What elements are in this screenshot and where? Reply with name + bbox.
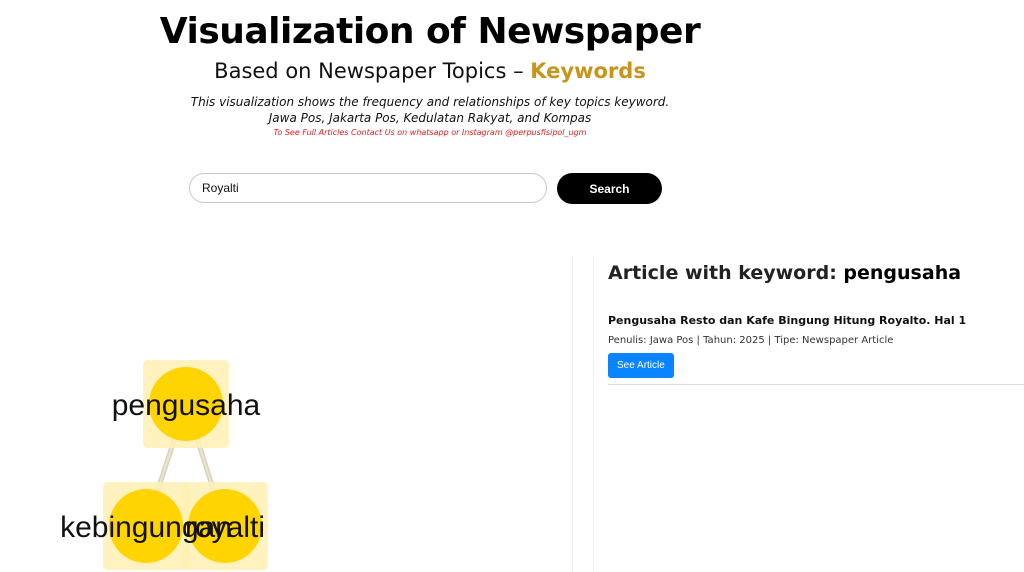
search-button[interactable]: Search — [557, 173, 662, 204]
article-item: Pengusaha Resto dan Kafe Bingung Hitung … — [608, 314, 1024, 385]
article-title: Pengusaha Resto dan Kafe Bingung Hitung … — [608, 314, 967, 327]
panel-divider-right — [593, 256, 594, 572]
article-meta: Penulis: Jawa Pos | Tahun: 2025 | Tipe: … — [608, 335, 894, 346]
graph-node-label-royalti: royalti — [185, 511, 265, 544]
article-divider — [608, 384, 1024, 385]
keyword-graph-canvas[interactable]: pengusahakebingunganroyalti — [0, 250, 570, 572]
article-heading: Article with keyword: pengusaha — [608, 262, 1024, 284]
article-heading-prefix: Article with keyword: — [608, 262, 844, 284]
article-heading-keyword: pengusaha — [843, 262, 962, 284]
search-input[interactable] — [189, 173, 547, 203]
graph-node-label-pengusaha: pengusaha — [112, 389, 261, 422]
page-subtitle: Based on Newspaper Topics – Keywords — [130, 59, 730, 83]
page: Visualization of Newspaper Based on News… — [0, 0, 1024, 572]
contact-note: To See Full Articles Contact Us on whats… — [273, 128, 587, 137]
keyword-graph[interactable]: pengusaha kebingungan royalti — [0, 250, 570, 572]
subtitle-prefix: Based on Newspaper Topics – — [214, 59, 531, 83]
panel-divider-left — [572, 256, 573, 572]
subtitle-keyword: Keywords — [530, 59, 646, 83]
page-title: Visualization of Newspaper — [159, 11, 701, 52]
page-description: This visualization shows the frequency a… — [130, 94, 730, 126]
article-panel: Article with keyword: pengusaha Pengusah… — [608, 258, 1024, 385]
description-line-1: This visualization shows the frequency a… — [190, 95, 670, 109]
description-line-2: Jawa Pos, Jakarta Pos, Kedulatan Rakyat,… — [268, 111, 592, 125]
see-article-button[interactable]: See Article — [608, 353, 674, 378]
article-list: Pengusaha Resto dan Kafe Bingung Hitung … — [608, 314, 1024, 385]
